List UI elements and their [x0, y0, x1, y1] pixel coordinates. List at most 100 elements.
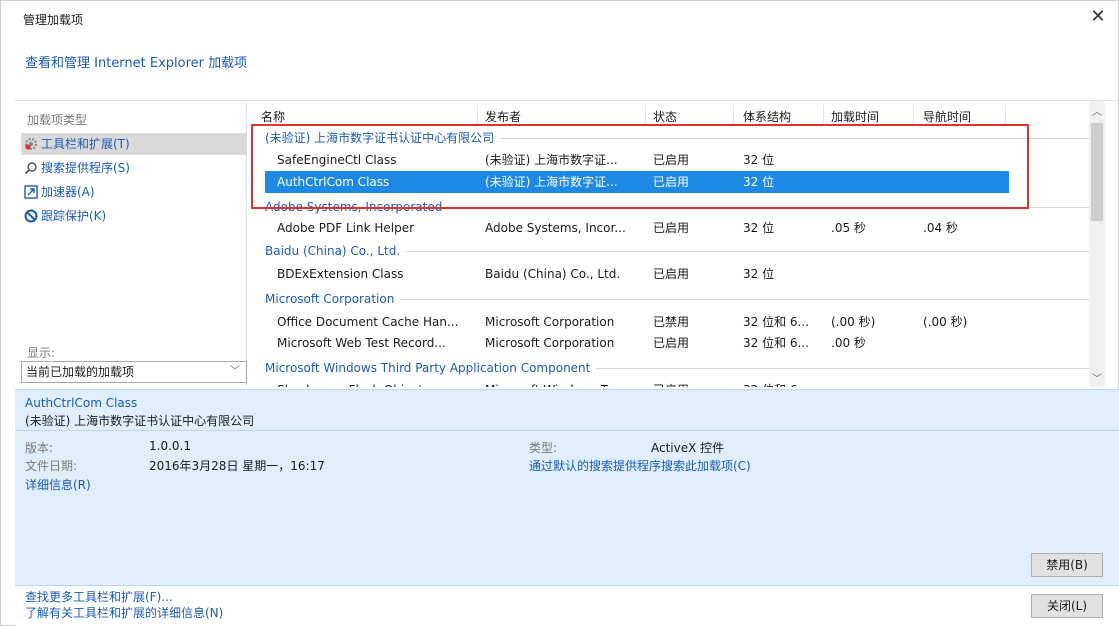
sidebar-item-toolbars-extensions[interactable]: 工具栏和扩展(T)	[21, 133, 247, 155]
cell-name: Shockwave Flash Object	[277, 379, 487, 387]
type-label: 类型:	[529, 441, 558, 455]
group-title: (未验证) 上海市数字证书认证中心有限公司	[265, 131, 495, 145]
group-title: Adobe Systems, Incorporated	[265, 200, 443, 214]
cell-publisher: (未验证) 上海市数字证...	[485, 153, 618, 167]
sidebar-item-label: 工具栏和扩展(T)	[41, 137, 130, 151]
accelerator-icon	[24, 185, 38, 199]
cell-architecture: 32 位	[743, 153, 775, 167]
cell-publisher: Baidu (China) Co., Ltd.	[485, 267, 621, 281]
cell-publisher: Adobe Systems, Incor...	[485, 221, 626, 235]
column-divider	[477, 105, 478, 127]
find-more-toolbars-link[interactable]: 查找更多工具栏和扩展(F)...	[25, 588, 173, 605]
column-header-publisher[interactable]: 发布者	[485, 107, 521, 127]
show-filter-select[interactable]: 当前已加载的加载项 ﹀	[21, 361, 247, 383]
show-filter-value: 当前已加载的加载项	[26, 365, 135, 379]
cell-status: 已禁用	[653, 315, 690, 329]
cell-architecture: 32 位	[743, 175, 775, 189]
cell-name: BDExExtension Class	[277, 267, 404, 281]
close-icon[interactable]: ✕	[1088, 7, 1108, 27]
selected-addon-publisher: (未验证) 上海市数字证书认证中心有限公司	[25, 414, 255, 428]
group-title: Baidu (China) Co., Ltd.	[265, 244, 401, 258]
more-info-link[interactable]: 详细信息(R)	[25, 476, 91, 493]
cell-load-time: (.00 秒)	[831, 315, 876, 329]
table-row[interactable]: SafeEngineCtl Class (未验证) 上海市数字证... 已启用 …	[265, 149, 1009, 171]
cell-name: Adobe PDF Link Helper	[277, 221, 415, 235]
addon-types-title: 加载项类型	[27, 113, 88, 127]
close-button[interactable]: 关闭(L)	[1031, 594, 1103, 618]
group-title: Microsoft Windows Third Party Applicatio…	[265, 361, 591, 375]
sidebar-item-label: 搜索提供程序(S)	[41, 161, 130, 175]
selected-addon-name: AuthCtrlCom Class	[25, 396, 138, 410]
cell-name: SafeEngineCtl Class	[277, 153, 397, 167]
cell-status: 已启用	[653, 175, 690, 189]
table-row-selected[interactable]: AuthCtrlCom Class (未验证) 上海市数字证... 已启用 32…	[265, 171, 1009, 193]
cell-architecture: 32 位和 6...	[743, 379, 823, 387]
column-divider	[823, 105, 824, 127]
addons-table: 名称 发布者 ^ 状态 体系结构 加载时间 导航时间 (未验证) 上海市数字证书…	[249, 101, 1105, 387]
cell-status: 已启用	[653, 221, 690, 235]
group-title: Microsoft Corporation	[265, 292, 395, 306]
search-icon	[24, 162, 37, 175]
column-header-load-time[interactable]: 加载时间	[831, 107, 879, 127]
cell-load-time: .00 秒	[831, 336, 866, 350]
disable-button[interactable]: 禁用(B)	[1031, 553, 1103, 577]
table-scrollbar[interactable]: ︿ ﹀	[1089, 101, 1105, 387]
cell-name: Office Document Cache Han...	[277, 315, 459, 329]
file-date-label: 文件日期:	[25, 459, 78, 473]
footer: 查找更多工具栏和扩展(F)... 了解有关工具栏和扩展的详细信息(N) 关闭(L…	[15, 585, 1119, 626]
addon-types-pane: 加载项类型 工具栏和扩展(T) 搜索提供程序(S) 加速器(A) 跟踪保护(K)…	[15, 101, 247, 387]
cell-navigation-time: (.00 秒)	[923, 315, 968, 329]
sort-ascending-icon: ^	[533, 101, 542, 108]
cell-status: 已启用	[653, 336, 690, 350]
sidebar-item-search-providers[interactable]: 搜索提供程序(S)	[21, 157, 247, 179]
cell-architecture: 32 位和 6...	[743, 315, 809, 329]
version-value: 1.0.0.1	[149, 439, 191, 453]
table-row[interactable]: BDExExtension Class Baidu (China) Co., L…	[265, 263, 1009, 285]
cell-load-time: .05 秒	[831, 221, 866, 235]
details-pane: AuthCtrlCom Class (未验证) 上海市数字证书认证中心有限公司 …	[15, 389, 1119, 585]
column-divider	[1005, 105, 1006, 127]
column-divider	[913, 105, 914, 127]
sidebar-item-label: 加速器(A)	[41, 185, 95, 199]
cell-name: Microsoft Web Test Record...	[277, 336, 446, 350]
search-addon-link[interactable]: 通过默认的搜索提供程序搜索此加载项(C)	[529, 457, 751, 474]
cell-architecture: 32 位	[743, 267, 775, 281]
group-header: Microsoft Windows Third Party Applicatio…	[265, 358, 1089, 378]
cell-name: AuthCtrlCom Class	[277, 175, 390, 189]
window-title: 管理加载项	[23, 13, 84, 27]
page-subtitle: 查看和管理 Internet Explorer 加载项	[25, 56, 248, 71]
column-divider	[733, 105, 734, 127]
cell-publisher: (未验证) 上海市数字证...	[485, 175, 618, 189]
type-value: ActiveX 控件	[651, 441, 725, 455]
column-header-architecture[interactable]: 体系结构	[743, 107, 791, 127]
scrollbar-thumb[interactable]	[1091, 123, 1103, 221]
scroll-up-icon[interactable]: ︿	[1089, 103, 1105, 118]
cell-publisher: Microsoft Corporation	[485, 315, 615, 329]
sidebar-item-label: 跟踪保护(K)	[41, 209, 107, 223]
cell-status: 已启用	[653, 267, 690, 281]
column-header-status[interactable]: 状态	[653, 107, 677, 127]
cell-navigation-time: .04 秒	[923, 221, 958, 235]
cell-architecture: 32 位	[743, 221, 775, 235]
cell-publisher: Microsoft Windows T...	[485, 379, 655, 387]
table-row[interactable]: Office Document Cache Han... Microsoft C…	[265, 311, 1009, 333]
column-header-name[interactable]: 名称	[261, 107, 285, 127]
table-row[interactable]: Shockwave Flash Object Microsoft Windows…	[265, 379, 1009, 387]
details-divider	[15, 430, 1119, 431]
group-header: Baidu (China) Co., Ltd.	[265, 241, 1089, 261]
column-divider	[645, 105, 646, 127]
file-date-value: 2016年3月28日 星期一，16:17	[149, 459, 325, 473]
cell-architecture: 32 位和 6...	[743, 336, 809, 350]
block-icon	[24, 209, 38, 223]
table-row[interactable]: Microsoft Web Test Record... Microsoft C…	[265, 332, 1009, 354]
group-header: Adobe Systems, Incorporated	[265, 197, 1089, 217]
chevron-down-icon: ﹀	[230, 366, 240, 377]
gear-icon	[24, 137, 38, 151]
table-row[interactable]: Adobe PDF Link Helper Adobe Systems, Inc…	[265, 217, 1009, 239]
column-header-navigation-time[interactable]: 导航时间	[923, 107, 971, 127]
sidebar-item-tracking-protection[interactable]: 跟踪保护(K)	[21, 205, 247, 227]
scroll-down-icon[interactable]: ﹀	[1089, 370, 1105, 385]
group-header: Microsoft Corporation	[265, 289, 1089, 309]
sidebar-item-accelerators[interactable]: 加速器(A)	[21, 181, 247, 203]
learn-more-toolbars-link[interactable]: 了解有关工具栏和扩展的详细信息(N)	[25, 604, 223, 621]
